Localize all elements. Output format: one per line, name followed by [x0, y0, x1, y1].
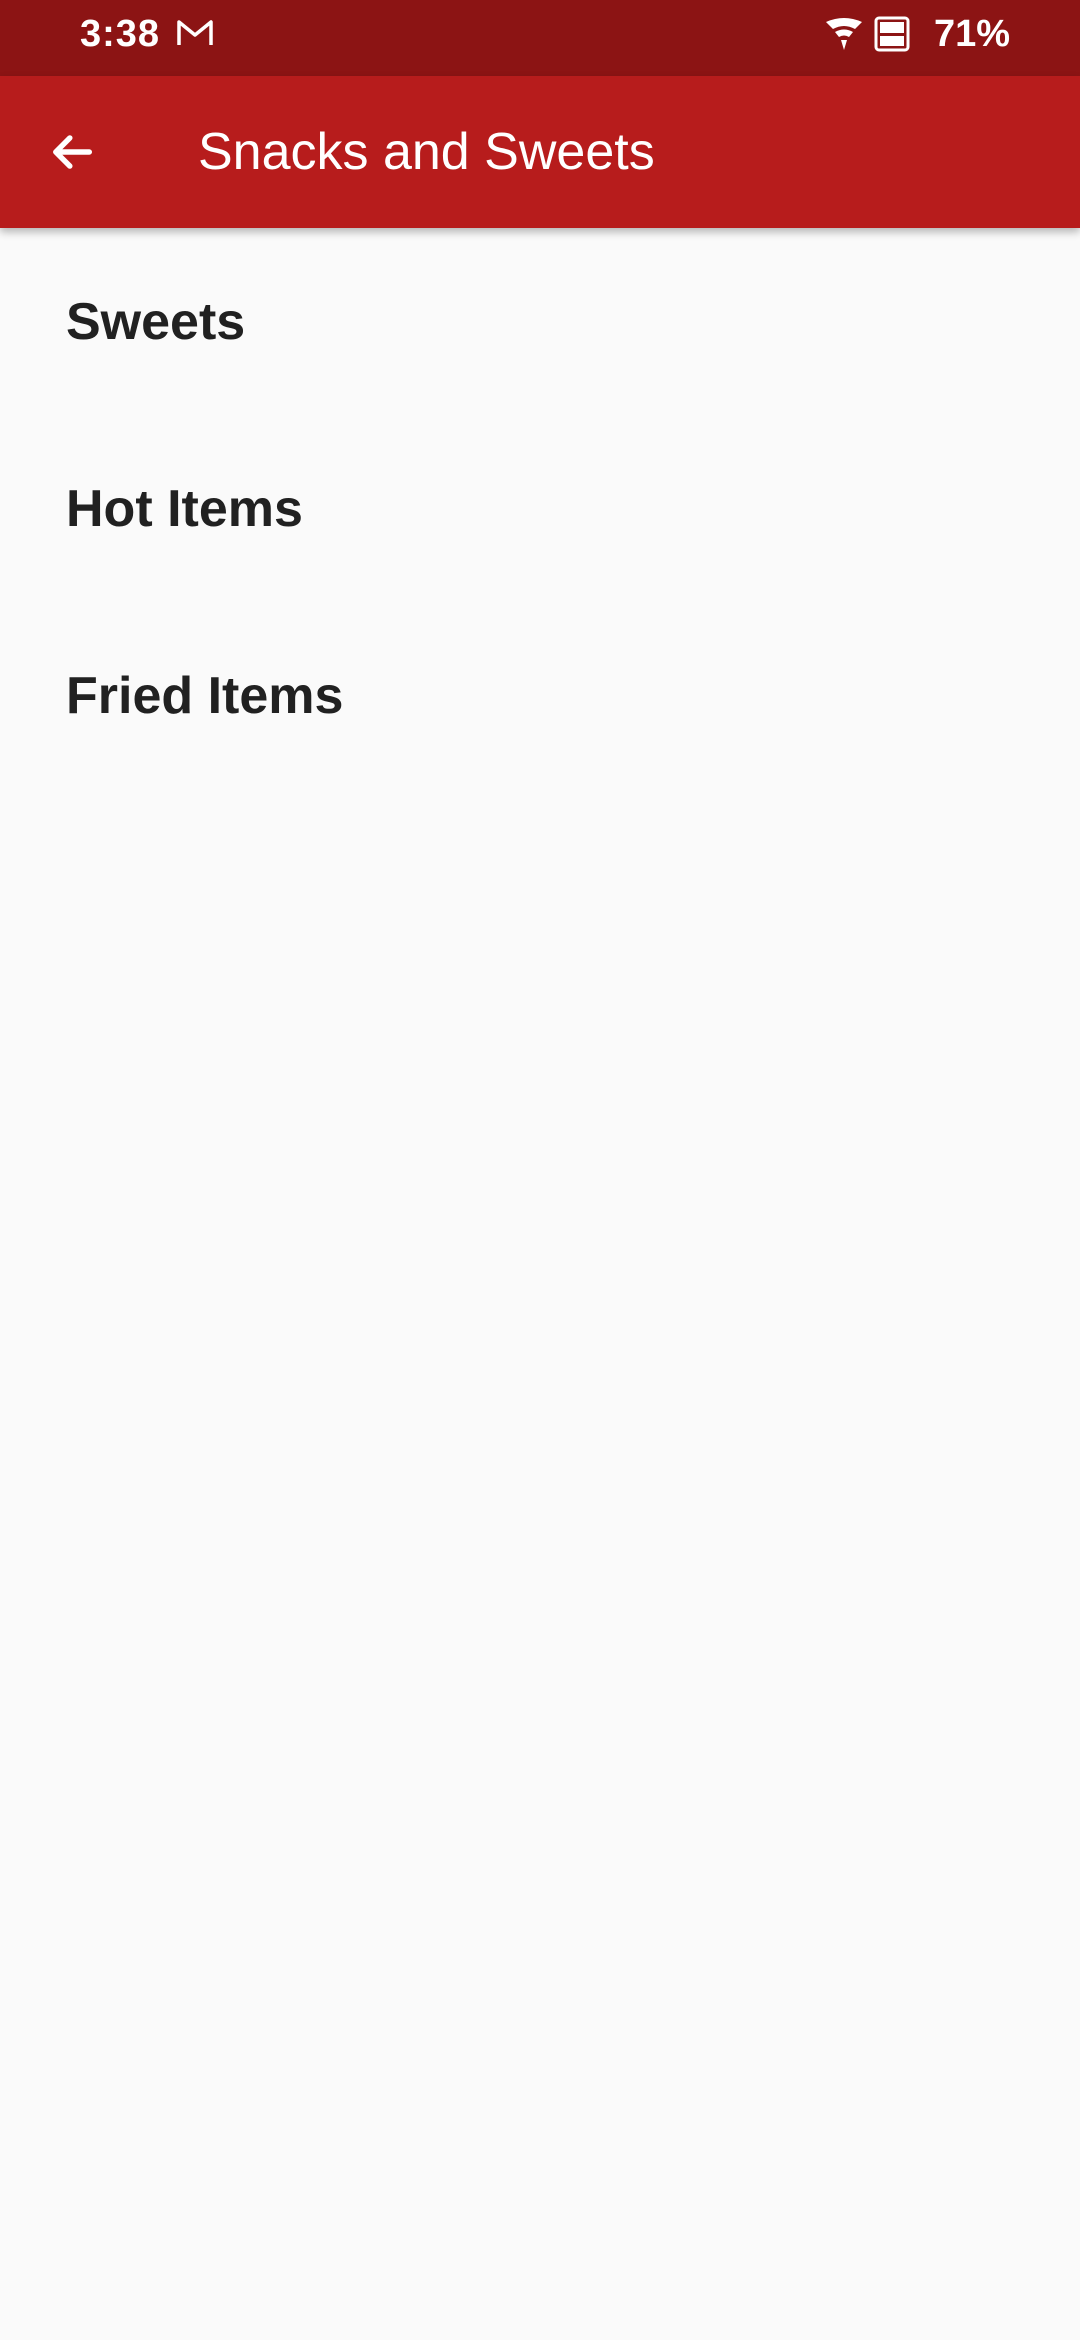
status-icons: 71%	[824, 10, 1010, 58]
category-label: Sweets	[66, 293, 246, 351]
back-button[interactable]	[32, 112, 112, 192]
category-label: Fried Items	[66, 667, 344, 725]
gmail-icon	[176, 18, 214, 48]
app-bar: Snacks and Sweets	[0, 76, 1080, 228]
status-time: 3:38	[80, 13, 161, 55]
battery-percentage: 71%	[933, 13, 1010, 55]
category-list: Sweets Hot Items Fried Items	[0, 240, 1080, 801]
volte-icon	[874, 16, 910, 52]
category-label: Hot Items	[66, 480, 303, 538]
category-item-hot-items[interactable]: Hot Items	[0, 427, 1080, 614]
arrow-back-icon	[53, 135, 93, 169]
category-item-sweets[interactable]: Sweets	[0, 240, 1080, 427]
page-title: Snacks and Sweets	[198, 123, 655, 181]
wifi-icon	[824, 16, 864, 52]
status-bar: 3:38 71%	[0, 0, 1080, 76]
category-item-fried-items[interactable]: Fried Items	[0, 614, 1080, 801]
